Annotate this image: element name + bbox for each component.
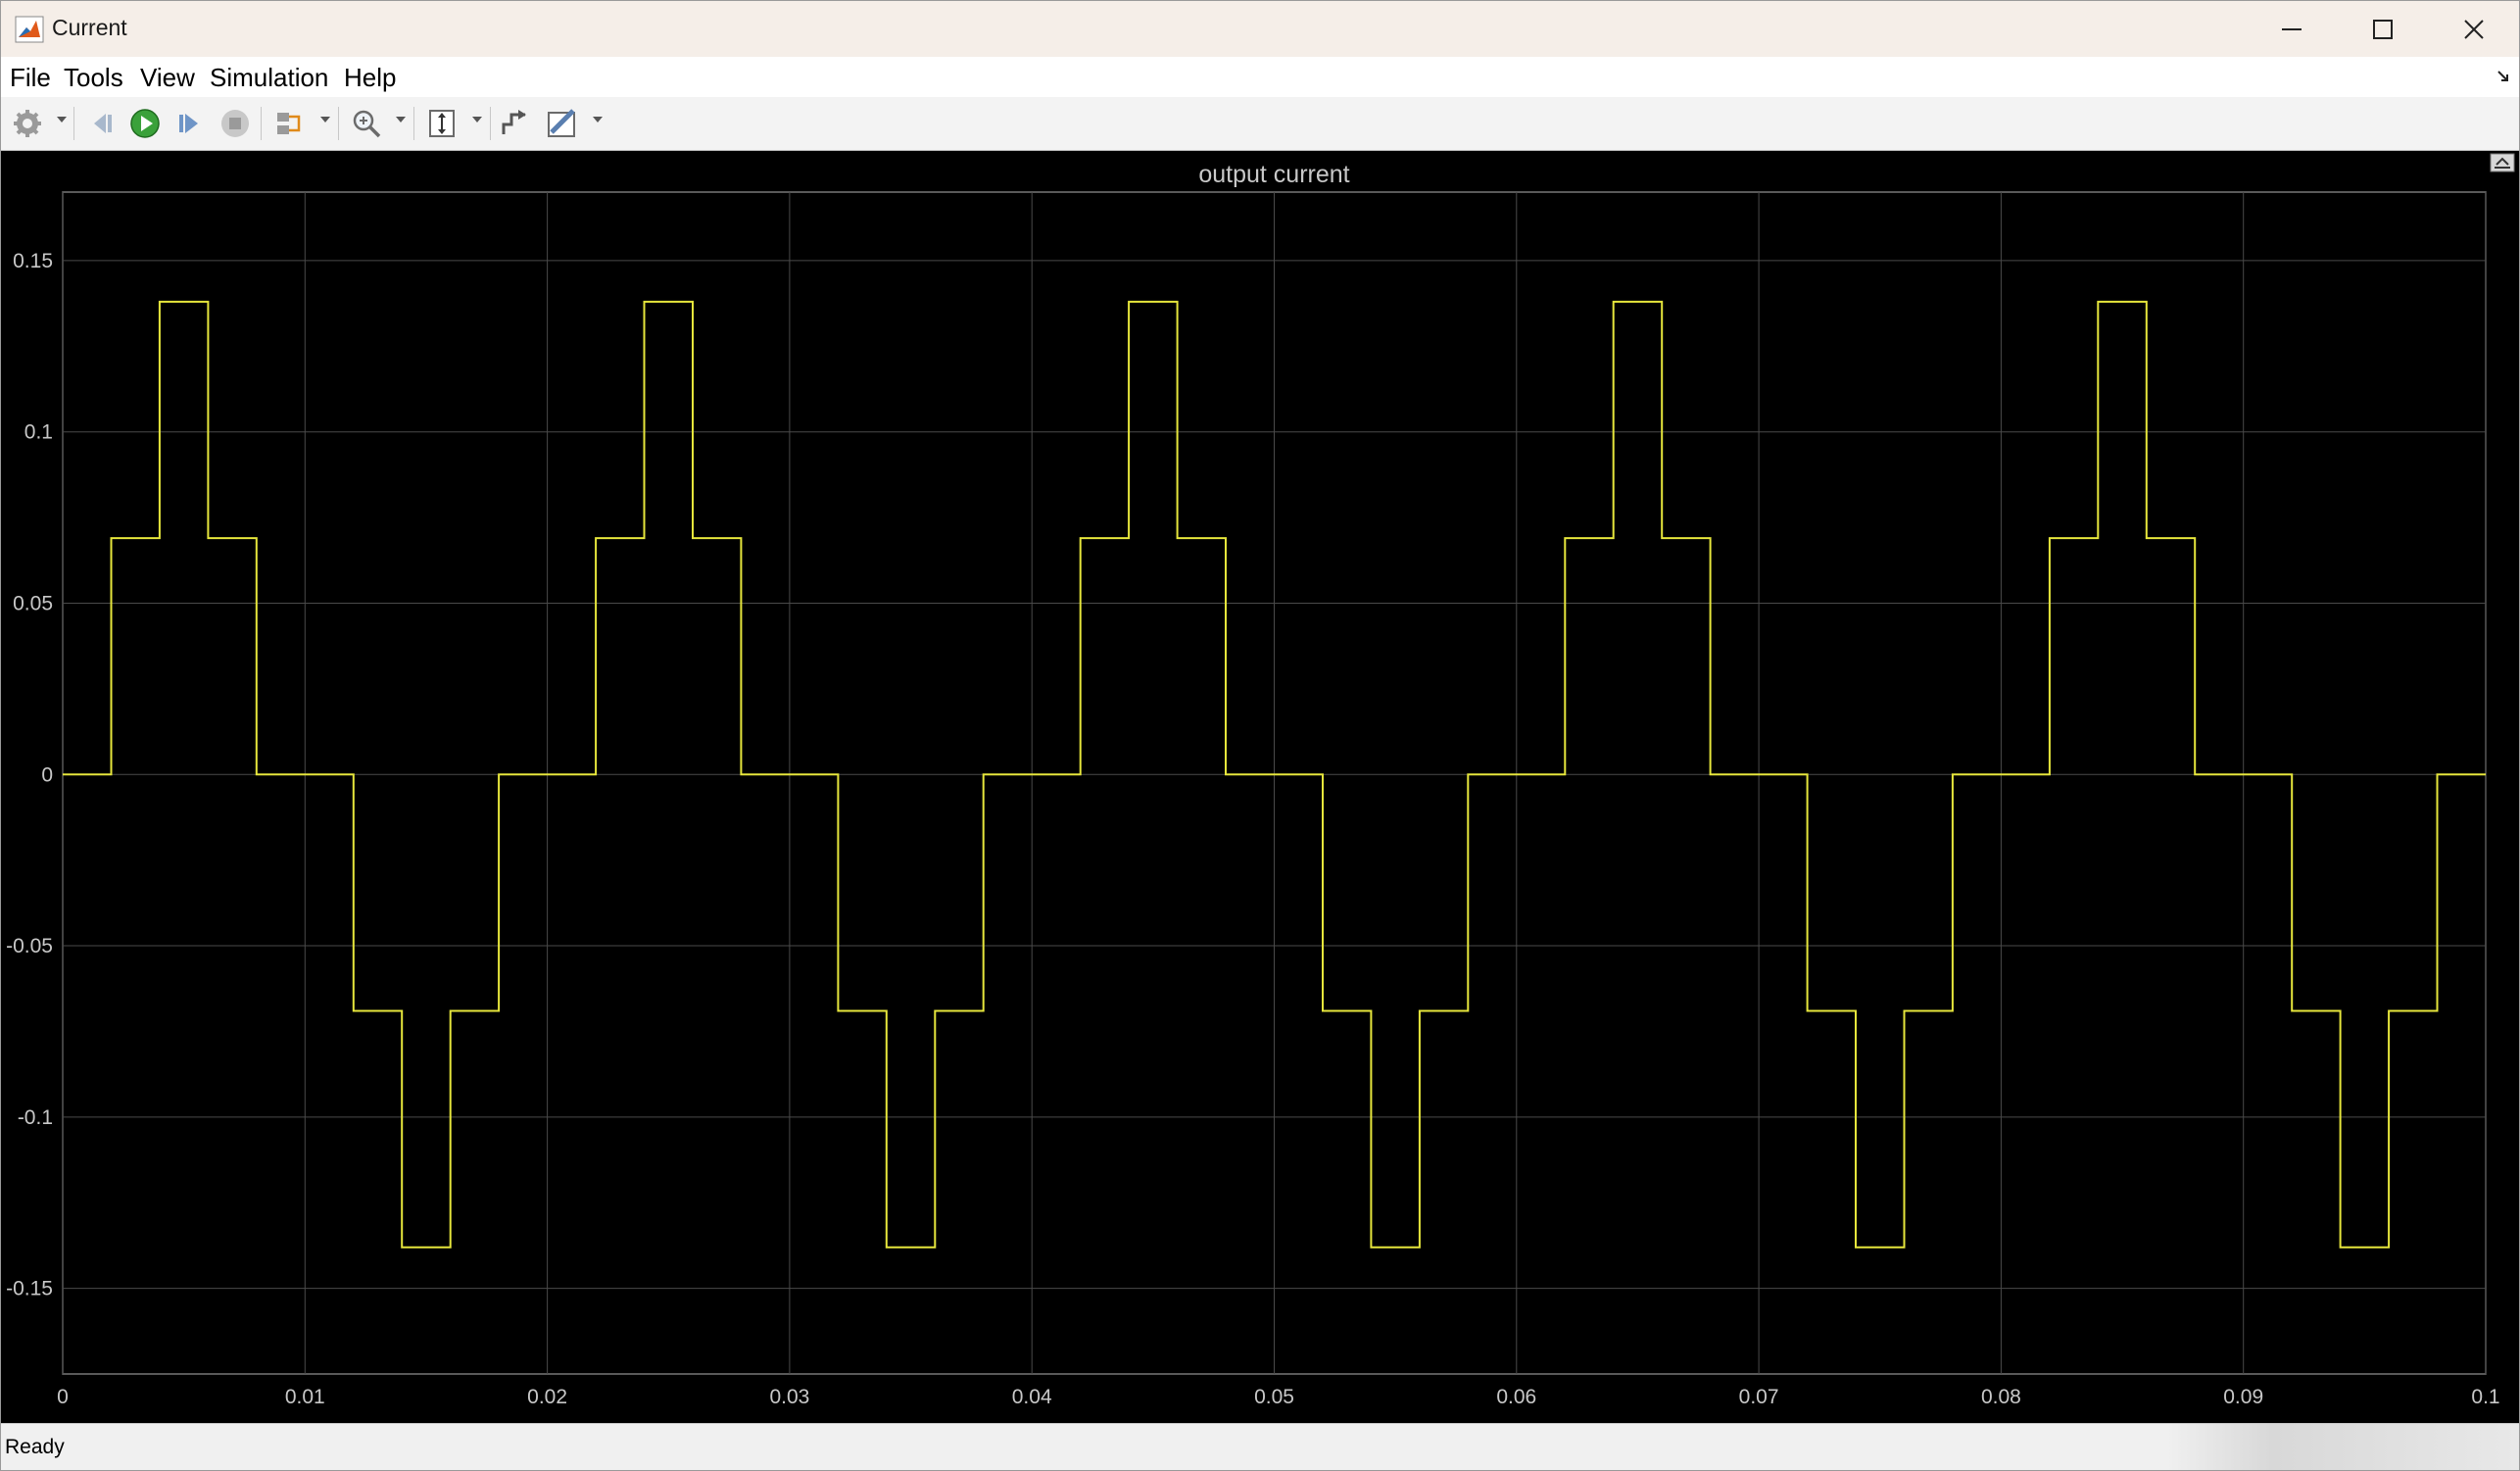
x-tick-label: 0.1 — [2471, 1386, 2499, 1408]
measurements-dropdown-icon[interactable] — [593, 117, 603, 123]
x-tick-label: 0.07 — [1739, 1386, 1779, 1408]
toolbar — [1, 97, 2519, 151]
window-title: Current — [52, 15, 127, 40]
chart-title: output current — [1198, 161, 1349, 188]
x-tick-label: 0.09 — [2223, 1386, 2263, 1408]
x-tick-label: 0.03 — [769, 1386, 809, 1408]
close-button[interactable] — [2429, 1, 2519, 57]
settings-dropdown-icon[interactable] — [57, 117, 67, 123]
x-tick-label: 0.05 — [1254, 1386, 1294, 1408]
matlab-icon — [15, 16, 44, 43]
scope-display[interactable]: output current 0 0.01 0.02 0.03 0.04 0.05 0.06 0… — [1, 151, 2519, 1423]
y-tick-label: -0.1 — [18, 1106, 53, 1129]
zoom-icon[interactable] — [350, 107, 383, 140]
x-tick-label: 0.01 — [285, 1386, 325, 1408]
measurements-icon[interactable] — [546, 107, 579, 140]
y-tick-label: -0.05 — [6, 935, 53, 957]
maximize-button[interactable] — [2338, 1, 2428, 57]
minimize-button[interactable] — [2247, 1, 2337, 57]
triggers-icon[interactable] — [499, 107, 532, 140]
step-back-icon[interactable] — [84, 107, 118, 140]
undock-icon[interactable] — [2496, 69, 2511, 84]
menu-help[interactable]: Help — [344, 63, 396, 93]
status-text: Ready — [5, 1436, 65, 1458]
toolbar-separator — [490, 107, 491, 140]
menu-file[interactable]: File — [10, 63, 51, 93]
stop-icon[interactable] — [218, 107, 252, 140]
x-tick-label: 0.06 — [1496, 1386, 1536, 1408]
menu-view[interactable]: View — [140, 63, 195, 93]
toolbar-separator — [73, 107, 74, 140]
step-forward-icon[interactable] — [173, 107, 207, 140]
y-tick-label: 0.15 — [13, 250, 53, 272]
x-tick-label: 0 — [57, 1386, 69, 1408]
scope-window: Current File Tools View Simulation Help — [0, 0, 2520, 1471]
zoom-dropdown-icon[interactable] — [396, 117, 406, 123]
scale-axes-dropdown-icon[interactable] — [472, 117, 482, 123]
x-tick-label: 0.04 — [1012, 1386, 1052, 1408]
close-icon — [2464, 20, 2484, 39]
status-bar-fill — [2166, 1424, 2519, 1470]
title-bar[interactable]: Current — [1, 1, 2519, 57]
maximize-icon — [2373, 20, 2393, 39]
menu-tools[interactable]: Tools — [64, 63, 123, 93]
x-tick-label: 0.02 — [527, 1386, 567, 1408]
toolbar-separator — [261, 107, 262, 140]
y-tick-label: -0.15 — [6, 1278, 53, 1300]
toolbar-separator — [413, 107, 414, 140]
settings-icon[interactable] — [11, 107, 44, 140]
chart: output current 0 0.01 0.02 0.03 0.04 0.05 0.06 0… — [6, 161, 2499, 1408]
scale-axes-icon[interactable] — [426, 107, 460, 140]
y-tick-label: 0.05 — [13, 592, 53, 614]
y-tick-label: 0 — [41, 763, 53, 786]
minimize-icon — [2282, 28, 2302, 30]
y-tick-label: 0.1 — [24, 421, 53, 444]
run-icon[interactable] — [128, 107, 162, 140]
restore-layout-icon[interactable] — [2490, 153, 2515, 172]
signal-select-dropdown-icon[interactable] — [320, 117, 330, 123]
menu-simulation[interactable]: Simulation — [210, 63, 328, 93]
menu-bar: File Tools View Simulation Help — [1, 57, 2519, 97]
toolbar-separator — [338, 107, 339, 140]
status-bar: Ready — [1, 1423, 2519, 1470]
signal-select-icon[interactable] — [273, 107, 307, 140]
x-tick-label: 0.08 — [1981, 1386, 2021, 1408]
